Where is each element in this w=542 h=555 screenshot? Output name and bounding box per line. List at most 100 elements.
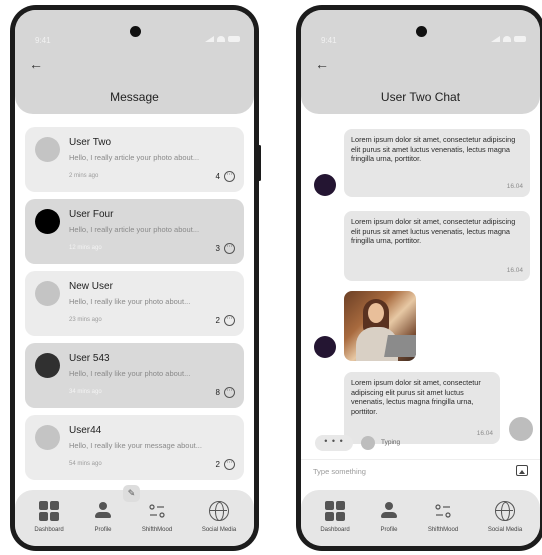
message-bubble: Lorem ipsum dolor sit amet, consectetur … [344,129,530,197]
nav-label: ShifthMood [427,527,459,533]
nav-item-shifthmood[interactable]: ShifthMood [413,498,473,533]
nav-item-social-media[interactable]: Social Media [189,498,249,533]
avatar [35,425,60,450]
camera-notch [129,26,141,37]
conversation-preview: Hello, I really like your photo about... [69,369,191,378]
nav-item-profile[interactable]: Profile [359,498,419,533]
nav-label: Profile [94,527,112,533]
phone-chat: 9:41 ← User Two Chat Lorem ipsum dolor s… [296,5,542,551]
screen: 9:41 ← User Two Chat Lorem ipsum dolor s… [301,10,540,546]
message-time: 16.04 [506,267,523,275]
conversation-card-user-two[interactable]: User Two Hello, I really article your ph… [25,127,244,192]
signal-icon [491,36,500,42]
phone-message-list: 9:41 ← Message User Two Hello, I really … [10,5,261,551]
globe-icon [495,501,515,521]
conversation-card-user44[interactable]: User44 Hello, I really like your message… [25,415,244,480]
compose-edit-icon[interactable]: ✎ [123,485,140,502]
nav-item-profile[interactable]: Profile [73,498,133,533]
status-icons [205,36,240,42]
avatar [35,281,60,306]
nav-item-dashboard[interactable]: Dashboard [19,498,79,533]
sender-avatar [314,336,336,358]
sliders-icon [149,504,165,518]
chat-bubble-icon: ⋯ [224,243,235,254]
message-time: 16.04 [476,430,493,438]
battery-icon [228,36,240,42]
conversation-time: 54 mins ago [69,461,102,467]
conversation-time: 2 mins ago [69,173,99,179]
status-time: 9:41 [321,36,337,45]
conversation-time: 23 mins ago [69,317,102,323]
message-text: Lorem ipsum dolor sit amet, consectetur … [351,217,516,246]
chat-bubble-icon: ⋯ [224,171,235,182]
conversation-preview: Hello, I really article your photo about… [69,153,200,162]
nav-item-shifthmood[interactable]: ShifthMood [127,498,187,533]
wifi-icon [217,36,225,42]
input-placeholder: Type something [313,467,366,476]
person-icon [381,502,397,520]
back-arrow-icon[interactable]: ← [315,56,329,72]
conversation-name: User 543 [69,353,110,364]
message-time: 16.04 [506,183,523,191]
status-icons [491,36,526,42]
message-bubble: Lorem ipsum dolor sit amet, consectetur … [344,211,530,281]
nav-label: Dashboard [34,527,64,533]
dashboard-grid-icon [39,501,59,521]
image-icon[interactable] [516,465,528,476]
side-button [258,145,261,181]
nav-label: ShifthMood [141,527,173,533]
conversation-time: 12 mins ago [69,245,102,251]
avatar [35,137,60,162]
nav-item-dashboard[interactable]: Dashboard [305,498,365,533]
sliders-icon [435,504,451,518]
conversation-list: User Two Hello, I really article your ph… [25,127,244,487]
chat-bubble-icon: ⋯ [224,387,235,398]
signal-icon [205,36,214,42]
conversation-preview: Hello, I really article your photo about… [69,225,200,234]
conversation-preview: Hello, I really like your photo about... [69,297,191,306]
camera-notch [415,26,427,37]
avatar [35,353,60,378]
typing-avatar [361,436,375,450]
conversation-name: User Four [69,209,114,220]
header: 9:41 ← User Two Chat [301,10,540,114]
chat-bubble-icon: ⋯ [224,315,235,326]
message-text: Lorem ipsum dolor sit amet, consectetur … [351,135,516,164]
shared-photo[interactable] [344,291,416,361]
unread-count: 3 [215,244,220,253]
nav-label: Dashboard [320,527,350,533]
receiver-avatar [509,417,533,441]
conversation-card-new-user[interactable]: New User Hello, I really like your photo… [25,271,244,336]
status-time: 9:41 [35,36,51,45]
battery-icon [514,36,526,42]
person-icon [95,502,111,520]
unread-count: 4 [215,172,220,181]
unread-count: 2 [215,316,220,325]
conversation-card-user-four[interactable]: User Four Hello, I really article your p… [25,199,244,264]
unread-count: 8 [215,388,220,397]
unread-count: 2 [215,460,220,469]
conversation-card-user-543[interactable]: User 543 Hello, I really like your photo… [25,343,244,408]
back-arrow-icon[interactable]: ← [29,56,43,72]
conversation-preview: Hello, I really like your message about.… [69,441,202,450]
conversation-name: User44 [69,425,102,436]
conversation-name: User Two [69,137,112,148]
screen: 9:41 ← Message User Two Hello, I really … [15,10,254,546]
typing-dots: • • • [315,435,353,451]
message-bubble: Lorem ipsum dolor sit amet, consectetur … [344,372,500,444]
message-text: Lorem ipsum dolor sit amet, consectetur … [351,378,481,416]
nav-label: Social Media [201,527,237,533]
conversation-name: New User [69,281,113,292]
typing-label: Typing [381,439,401,446]
nav-item-social-media[interactable]: Social Media [475,498,535,533]
message-input[interactable]: Type something [301,459,540,481]
bottom-nav: Dashboard Profile ShifthMood Social Medi… [301,490,540,546]
wifi-icon [503,36,511,42]
nav-label: Social Media [487,527,523,533]
page-title: User Two Chat [380,90,461,104]
conversation-time: 34 mins ago [69,389,102,395]
nav-label: Profile [380,527,398,533]
chat-bubble-icon: ⋯ [224,459,235,470]
sender-avatar [314,174,336,196]
page-title: Message [110,90,159,104]
